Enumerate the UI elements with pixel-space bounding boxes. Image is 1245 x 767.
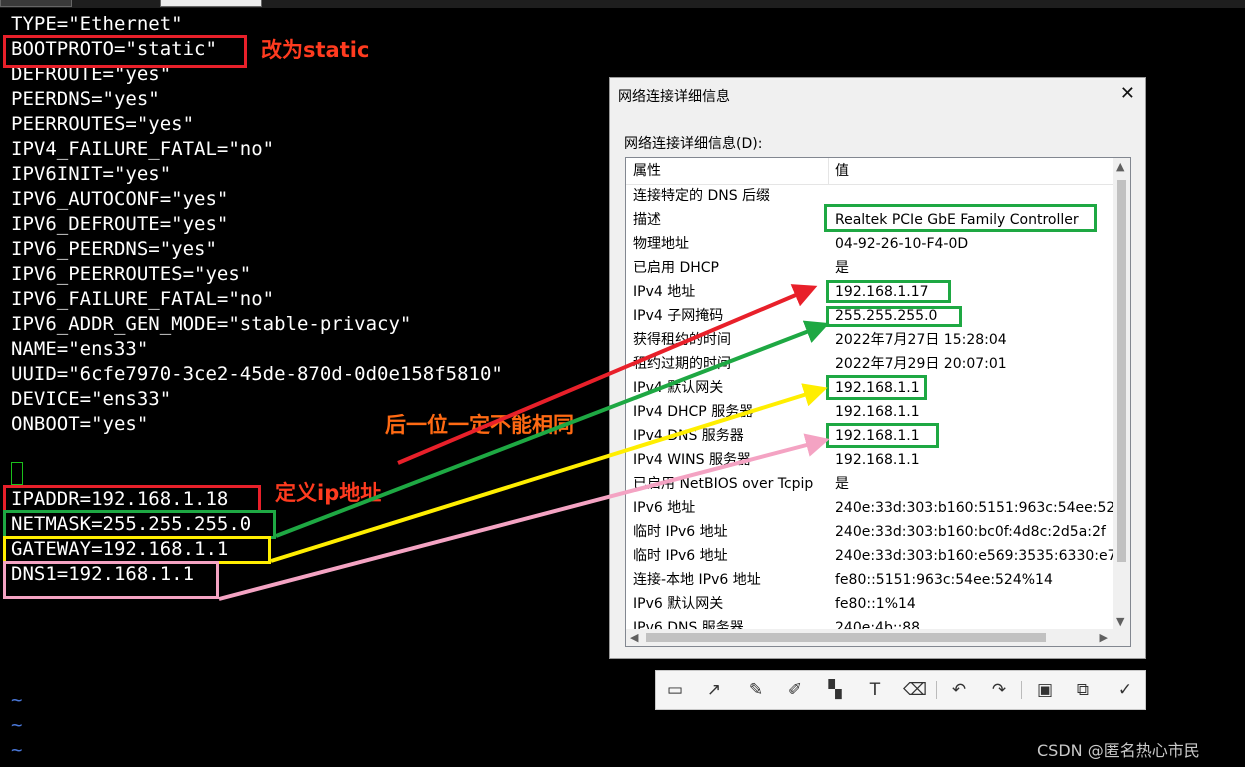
pen-icon[interactable]: ✎ — [745, 679, 767, 701]
rectangle-icon[interactable]: ▭ — [664, 679, 686, 701]
copy-icon[interactable]: ⧉ — [1072, 679, 1094, 701]
arrow-netmask — [275, 320, 830, 538]
arrow-ipaddr — [397, 284, 818, 465]
mosaic-icon[interactable]: ▚ — [824, 679, 846, 701]
text-icon[interactable]: T — [864, 679, 886, 701]
screenshot-toolbar: ▭ ↗ ✎ ✐ ▚ T ⌫ ↶ ↷ ▣ ⧉ ✓ — [655, 670, 1146, 710]
redo-icon[interactable]: ↷ — [988, 679, 1010, 701]
confirm-icon[interactable]: ✓ — [1114, 679, 1136, 701]
undo-icon[interactable]: ↶ — [948, 679, 970, 701]
toolbar-separator — [936, 681, 937, 699]
marker-icon[interactable]: ✐ — [784, 679, 806, 701]
eraser-icon[interactable]: ⌫ — [903, 679, 927, 701]
annotation-arrows — [218, 284, 830, 601]
arrow-dns — [218, 433, 830, 601]
line-arrow-icon[interactable]: ↗ — [703, 679, 725, 701]
toolbar-separator — [1021, 681, 1022, 699]
watermark: CSDN @匿名热心市民 — [1037, 741, 1200, 760]
save-icon[interactable]: ▣ — [1034, 679, 1056, 701]
arrow-gateway — [270, 383, 828, 563]
